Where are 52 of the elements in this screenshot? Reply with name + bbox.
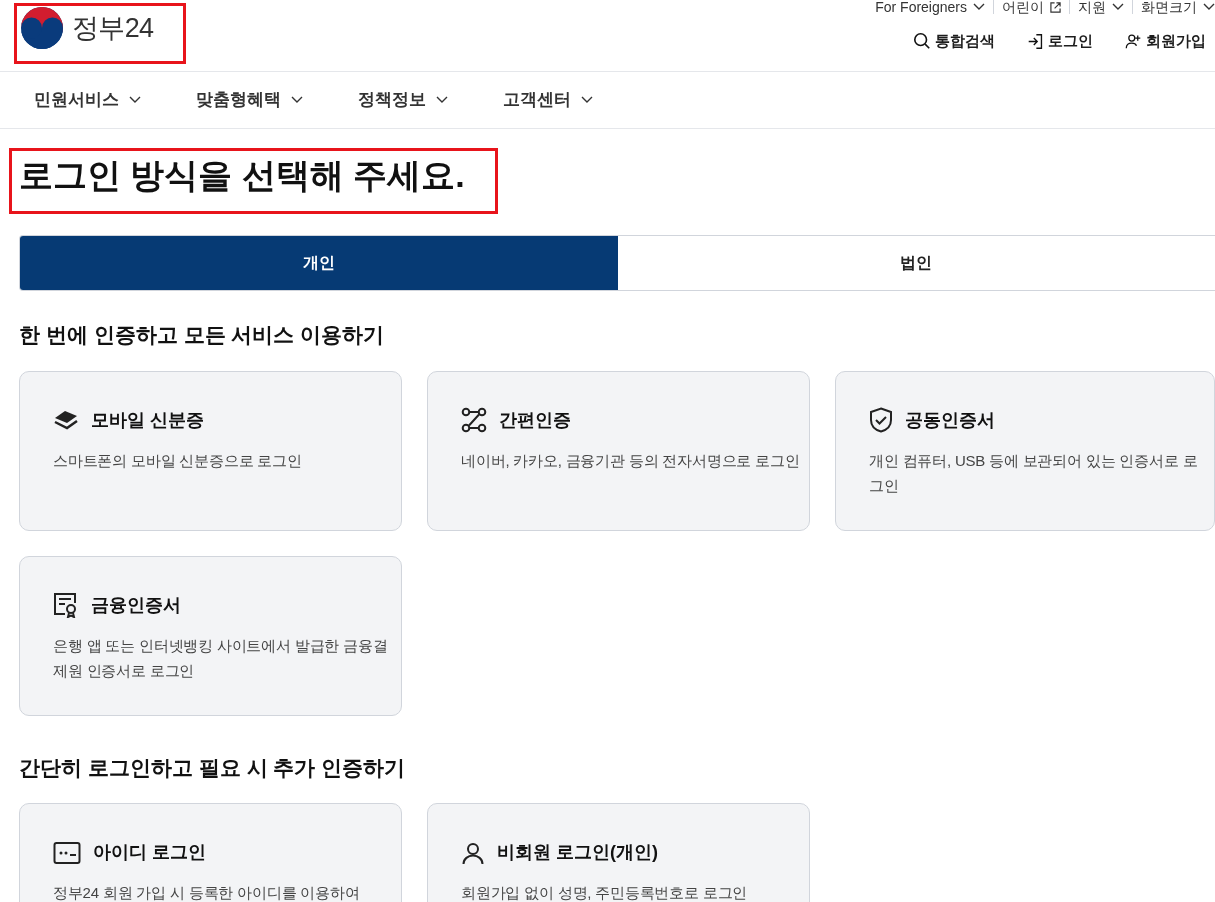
card-title: 간편인증 (499, 408, 571, 432)
tab[interactable]: 개인 (20, 236, 618, 290)
certificate-icon (53, 592, 79, 618)
card-title: 금융인증서 (91, 593, 181, 617)
caret-icon (1112, 3, 1124, 11)
caret-icon (436, 96, 448, 104)
login-option-card[interactable]: 간편인증 네이버, 카카오, 금융기관 등의 전자서명으로 로그인 (427, 370, 810, 531)
shield-check-icon (869, 407, 893, 433)
logo-text[interactable]: 정부24 (72, 7, 154, 49)
logo-icon (20, 6, 64, 50)
utility-link[interactable]: For Foreigners (875, 0, 985, 14)
search-icon (913, 32, 931, 51)
login-option-card[interactable]: 금융인증서 은행 앱 또는 인터넷뱅킹 사이트에서 발급한 금융결제원 인증서로 로그인 (19, 555, 402, 716)
header-link[interactable]: 로그인 (1027, 30, 1093, 53)
utility-link[interactable]: 화면크기 (1141, 0, 1215, 14)
card-description: 회원가입 없이 성명, 주민등록번호로 로그인 (461, 883, 749, 902)
utility-link[interactable]: 어린이 (1002, 0, 1061, 14)
header-link[interactable]: 통합검색 (913, 30, 995, 53)
caret-icon (581, 96, 593, 104)
nav-menu-item[interactable]: 정책정보 (358, 87, 448, 113)
login-option-card[interactable]: 아이디 로그인 정부24 회원 가입 시 등록한 아이디를 이용하여 (19, 803, 402, 902)
utility-link[interactable]: 지원 (1078, 0, 1124, 14)
login-option-card[interactable]: 모바일 신분증 스마트폰의 모바일 신분증으로 로그인 (19, 370, 402, 531)
login-option-card[interactable]: 공동인증서 개인 컴퓨터, USB 등에 보관되어 있는 인증서로 로그인 (835, 370, 1215, 531)
external-link-icon (1050, 1, 1061, 13)
caret-icon (973, 3, 985, 11)
card-title: 비회원 로그인(개인) (497, 841, 658, 864)
card-title: 아이디 로그인 (93, 841, 206, 864)
add-user-icon (1125, 32, 1142, 50)
nav-menu-item[interactable]: 맞춤형혜택 (196, 87, 303, 113)
stacked-cards-icon (53, 408, 79, 432)
user-icon (461, 840, 485, 865)
card-description: 네이버, 카카오, 금융기관 등의 전자서명으로 로그인 (461, 450, 801, 471)
nav-menu-item[interactable]: 민원서비스 (34, 87, 141, 113)
card-description: 스마트폰의 모바일 신분증으로 로그인 (53, 450, 303, 471)
card-title: 공동인증서 (905, 408, 995, 432)
nav-menu-item[interactable]: 고객센터 (503, 87, 593, 113)
caret-icon (291, 96, 303, 104)
card-description: 개인 컴퓨터, USB 등에 보관되어 있는 인증서로 로그인 (869, 450, 1199, 496)
login-icon (1027, 32, 1044, 50)
login-option-card[interactable]: 비회원 로그인(개인) 회원가입 없이 성명, 주민등록번호로 로그인 (427, 803, 810, 902)
id-field-icon (53, 840, 81, 865)
section-heading: 간단히 로그인하고 필요 시 추가 인증하기 (19, 754, 407, 781)
card-title: 모바일 신분증 (91, 408, 204, 432)
card-description: 은행 앱 또는 인터넷뱅킹 사이트에서 발급한 금융결제원 인증서로 로그인 (53, 635, 389, 681)
section-heading: 한 번에 인증하고 모든 서비스 이용하기 (19, 322, 386, 348)
page-title: 로그인 방식을 선택해 주세요. (19, 155, 465, 196)
caret-icon (129, 96, 141, 104)
caret-icon (1203, 3, 1215, 11)
header-link[interactable]: 회원가입 (1125, 30, 1206, 53)
nodes-icon (461, 407, 487, 433)
card-description: 정부24 회원 가입 시 등록한 아이디를 이용하여 (53, 883, 361, 902)
